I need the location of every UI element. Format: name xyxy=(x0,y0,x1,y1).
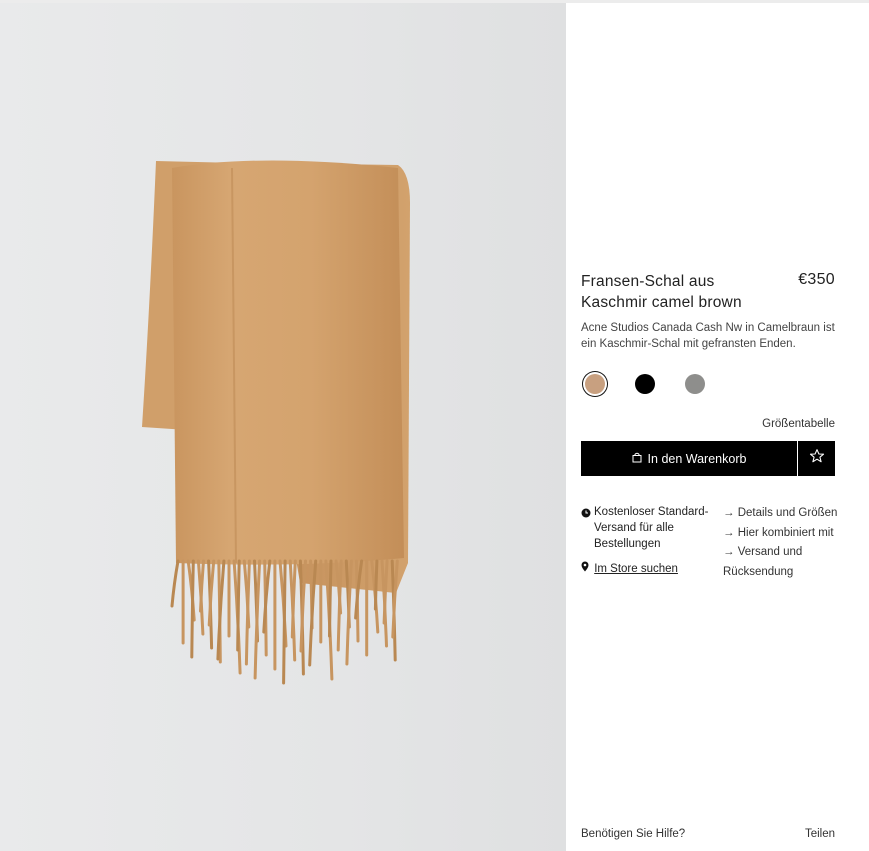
swatch-camel[interactable] xyxy=(585,374,605,394)
scarf-fringe-strand xyxy=(373,559,379,611)
scarf-fringe-strand xyxy=(236,559,241,652)
link-combined-with[interactable]: → Hier kombiniert mit xyxy=(723,524,841,544)
product-price: €350 xyxy=(798,271,835,288)
wishlist-button[interactable] xyxy=(798,441,835,476)
add-to-cart-button[interactable]: In den Warenkorb xyxy=(581,441,797,476)
star-icon xyxy=(809,448,825,469)
link-details-sizes[interactable]: → Details und Größen xyxy=(723,504,841,524)
scarf-fringe-strand xyxy=(328,559,333,638)
scarf-fringe-strand xyxy=(199,559,205,613)
shipping-info: Kostenloser Standard-Versand für alle Be… xyxy=(581,504,716,552)
shopping-bag-icon xyxy=(632,452,642,466)
arrow-right-icon: → xyxy=(723,546,735,558)
info-links: → Details und Größen → Hier kombiniert m… xyxy=(723,504,841,582)
scarf-fringe-strand xyxy=(282,559,287,685)
shipping-text: Kostenloser Standard-Versand für alle Be… xyxy=(594,506,709,550)
scarf-illustration xyxy=(142,160,410,685)
swatch-black[interactable] xyxy=(635,374,655,394)
link-label: Hier kombiniert mit xyxy=(737,526,834,539)
clock-icon xyxy=(581,507,591,523)
product-image xyxy=(0,3,566,851)
scarf-fringe-strand xyxy=(190,559,195,659)
product-title: Fransen-Schal aus Kaschmir camel brown xyxy=(581,273,742,311)
arrow-right-icon: → xyxy=(723,526,735,539)
share-link[interactable]: Teilen xyxy=(805,828,835,840)
link-shipping-returns[interactable]: → Versand und Rücksendung xyxy=(723,543,841,582)
help-link[interactable]: Benötigen Sie Hilfe? xyxy=(581,828,685,840)
link-label: Details und Größen xyxy=(737,507,838,519)
link-label: Versand und Rücksendung xyxy=(723,546,803,578)
map-pin-icon xyxy=(581,561,592,575)
product-description: Acne Studios Canada Cash Nw in Camelbrau… xyxy=(581,322,835,350)
find-in-store-link[interactable]: Im Store suchen xyxy=(581,561,678,577)
find-in-store-label: Im Store suchen xyxy=(594,563,678,575)
arrow-right-icon: → xyxy=(723,507,735,519)
swatch-grey[interactable] xyxy=(685,374,705,394)
add-to-cart-label: In den Warenkorb xyxy=(647,451,747,466)
product-info: Fransen-Schal aus Kaschmir camel brown €… xyxy=(581,0,837,851)
scarf-fringe-strand xyxy=(170,559,180,608)
size-chart-link[interactable]: Größentabelle xyxy=(762,418,835,430)
